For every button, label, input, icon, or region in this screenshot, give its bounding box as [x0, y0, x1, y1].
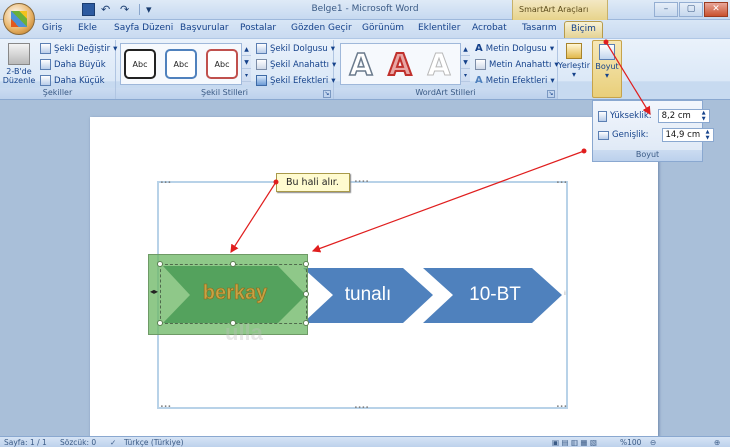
- annotation-callout: Bu hali alır.: [276, 173, 350, 192]
- watermark: ulla: [225, 320, 263, 345]
- width-input[interactable]: 14,9 cm ▲ ▼: [661, 128, 714, 142]
- office-button[interactable]: [3, 3, 35, 35]
- resize-handle-br[interactable]: [303, 320, 309, 326]
- size-group-label: Boyut: [593, 150, 702, 161]
- height-row: Yükseklik: 8,2 cm ▲ ▼: [598, 109, 710, 123]
- zoom-out-icon[interactable]: ⊖: [650, 438, 656, 447]
- width-spinner-icon[interactable]: ▲ ▼: [704, 129, 712, 141]
- status-words[interactable]: Sözcük: 0: [60, 438, 96, 447]
- width-row: Genişlik: 14,9 cm ▲ ▼: [598, 128, 714, 142]
- text-pane-toggle-icon[interactable]: ◂▸: [150, 287, 158, 296]
- height-value: 8,2 cm: [661, 111, 691, 121]
- size-panel: Yükseklik: 8,2 cm ▲ ▼ Genişlik: 14,9 cm ▲…: [592, 100, 714, 162]
- status-language[interactable]: Türkçe (Türkiye): [124, 438, 184, 447]
- status-page[interactable]: Sayfa: 1 / 1: [4, 438, 47, 447]
- resize-handle-right[interactable]: [303, 291, 309, 297]
- height-spinner-icon[interactable]: ▲ ▼: [700, 110, 708, 122]
- resize-handle-top[interactable]: [230, 261, 236, 267]
- zoom-in-icon[interactable]: ⊕: [714, 438, 720, 447]
- chevron-text-1[interactable]: berkay: [160, 282, 310, 305]
- height-label: Yükseklik:: [610, 111, 652, 121]
- resize-handle-tr[interactable]: [303, 261, 309, 267]
- selected-chevron: [163, 266, 306, 323]
- office-logo-icon: [11, 11, 27, 27]
- height-input[interactable]: 8,2 cm ▲ ▼: [657, 109, 710, 123]
- width-label: Genişlik:: [612, 130, 649, 140]
- status-zoom[interactable]: %100: [620, 438, 641, 447]
- height-icon: [598, 110, 607, 122]
- resize-handle-bl[interactable]: [157, 320, 163, 326]
- view-buttons-icon[interactable]: ▣ ▤ ▥ ▦ ▧: [552, 438, 597, 447]
- status-bar: Sayfa: 1 / 1 Sözcük: 0 ✓ Türkçe (Türkiye…: [0, 436, 730, 447]
- status-proofing-icon[interactable]: ✓: [110, 438, 116, 447]
- width-icon: [598, 130, 609, 140]
- resize-handle-tl[interactable]: [157, 261, 163, 267]
- width-value: 14,9 cm: [665, 130, 701, 140]
